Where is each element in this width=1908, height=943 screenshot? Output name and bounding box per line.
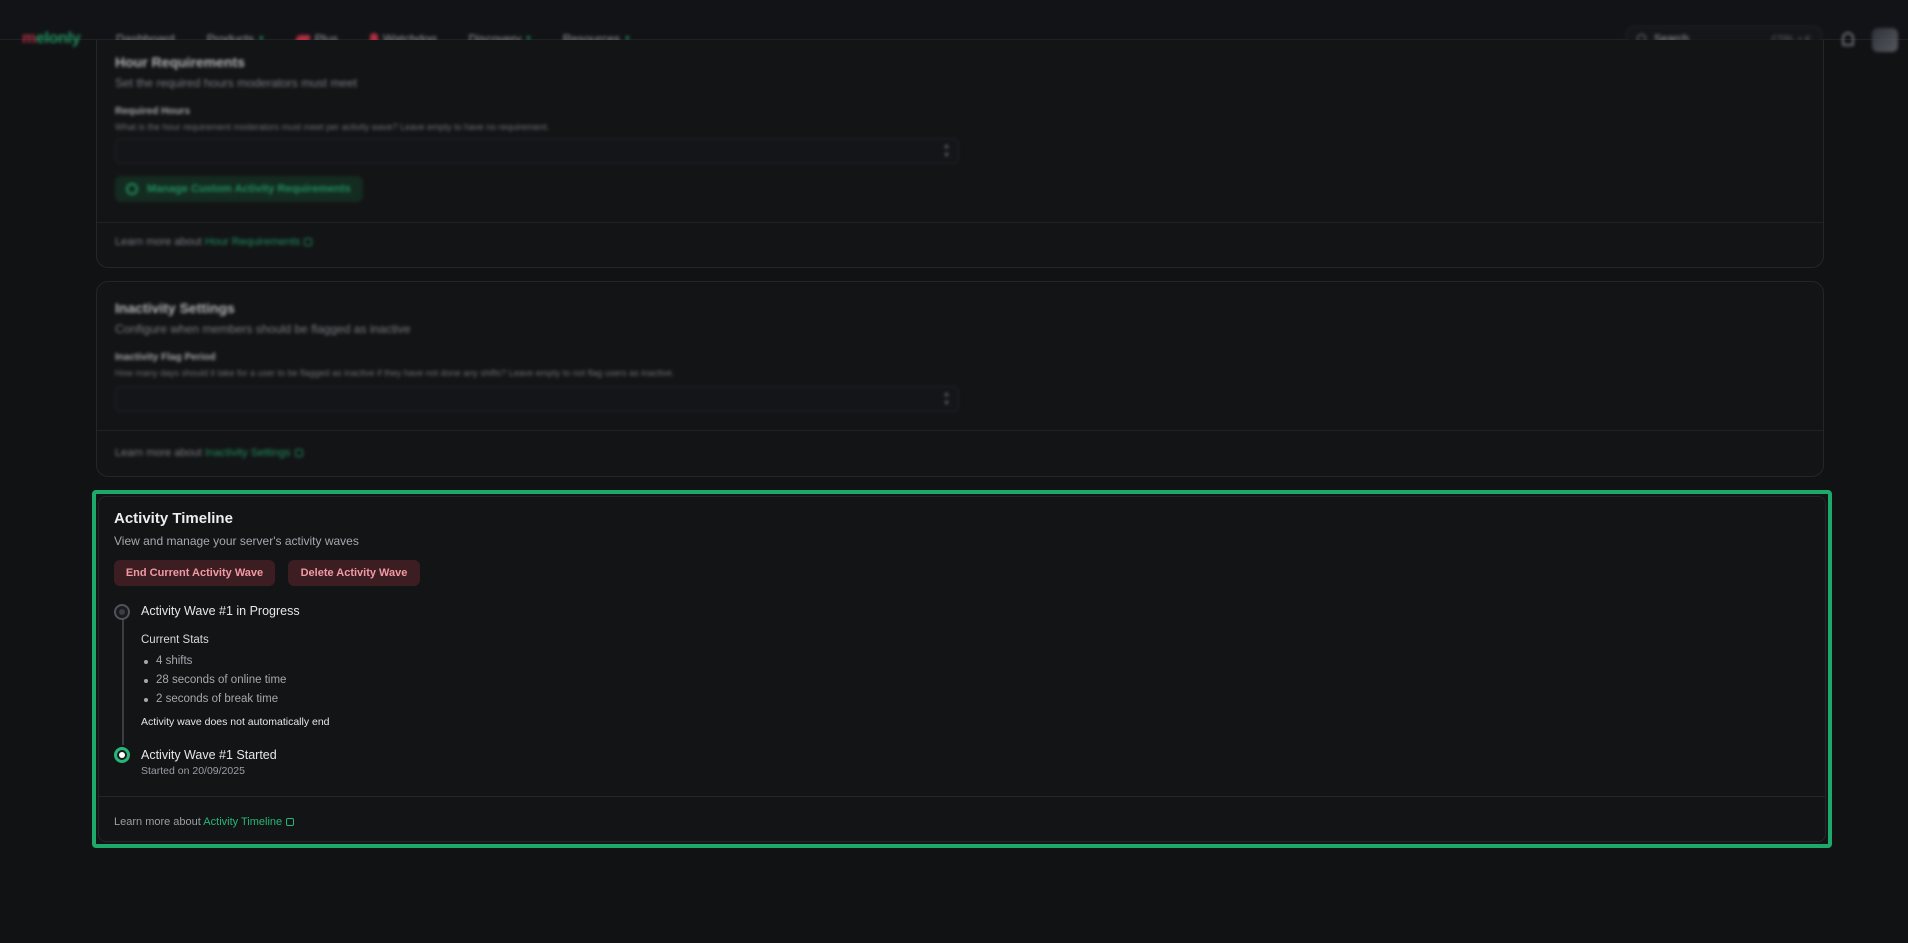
logo-mark: m <box>22 29 36 47</box>
logo-text: elonly <box>35 29 81 47</box>
manage-custom-requirements-button[interactable]: Manage Custom Activity Requirements <box>115 176 363 202</box>
melonly-logo[interactable]: melonly <box>22 29 81 48</box>
activity-timeline-title: Activity Timeline <box>114 510 233 527</box>
inactivity-period-input[interactable]: ▲ ▼ <box>115 386 959 412</box>
section-subtitle: Configure when members should be flagged… <box>115 322 411 336</box>
settings-icon <box>126 183 138 195</box>
hour-requirements-card: Hour Requirements Set the required hours… <box>96 40 1824 268</box>
divider <box>97 430 1823 431</box>
external-link-icon <box>286 818 295 827</box>
list-item: 2 seconds of break time <box>141 690 286 709</box>
learn-prefix: Learn more about <box>115 447 202 459</box>
list-item: 4 shifts <box>141 652 286 671</box>
current-stats-heading: Current Stats <box>141 634 209 646</box>
learn-prefix: Learn more about <box>114 816 201 828</box>
top-navigation: melonly Dashboard Products ▾ Plus Watchdo… <box>0 0 1908 52</box>
stats-list: 4 shifts 28 seconds of online time 2 sec… <box>141 652 286 709</box>
field-label: Required Hours <box>115 106 191 117</box>
divider <box>98 796 1826 797</box>
event-title-started: Activity Wave #1 Started <box>141 748 277 762</box>
learn-more: Learn more about Activity Timeline <box>114 816 295 828</box>
end-activity-wave-button[interactable]: End Current Activity Wave <box>114 560 275 586</box>
field-label: Inactivity Flag Period <box>115 352 216 363</box>
avatar[interactable] <box>1872 27 1898 52</box>
learn-prefix: Learn more about <box>115 236 202 248</box>
learn-more: Learn more about Hour Requirements <box>115 236 313 248</box>
learn-link[interactable]: Hour Requirements <box>205 236 300 248</box>
external-link-icon <box>294 449 303 458</box>
started-on-date: Started on 20/09/2025 <box>141 765 245 777</box>
number-stepper[interactable]: ▲ ▼ <box>943 142 950 160</box>
activity-timeline-card: Activity Timeline View and manage your s… <box>92 490 1832 848</box>
required-hours-input[interactable]: ▲ ▼ <box>115 138 959 164</box>
section-title: Hour Requirements <box>115 54 245 70</box>
inactivity-settings-card: Inactivity Settings Configure when membe… <box>96 281 1824 477</box>
number-stepper[interactable]: ▲ ▼ <box>943 390 950 408</box>
learn-more: Learn more about Inactivity Settings <box>115 447 303 459</box>
bell-icon[interactable] <box>1842 31 1854 46</box>
manage-button-label: Manage Custom Activity Requirements <box>147 183 351 195</box>
field-help: How many days should it take for a user … <box>115 368 675 378</box>
list-item: 28 seconds of online time <box>141 671 286 690</box>
delete-activity-wave-button[interactable]: Delete Activity Wave <box>288 560 420 586</box>
section-title: Inactivity Settings <box>115 300 235 316</box>
external-link-icon <box>304 238 313 247</box>
timeline-node-in-progress-icon <box>114 604 130 620</box>
activity-timeline-subtitle: View and manage your server's activity w… <box>114 534 359 548</box>
event-title-in-progress: Activity Wave #1 in Progress <box>141 604 300 618</box>
learn-link[interactable]: Inactivity Settings <box>205 447 291 459</box>
auto-end-note: Activity wave does not automatically end <box>141 716 330 728</box>
learn-link-activity-timeline[interactable]: Activity Timeline <box>203 816 282 828</box>
divider <box>97 222 1823 223</box>
timeline-line <box>122 609 124 745</box>
field-help: What is the hour requirement moderators … <box>115 122 550 132</box>
timeline-node-started-icon <box>114 747 130 763</box>
section-subtitle: Set the required hours moderators must m… <box>115 76 358 90</box>
